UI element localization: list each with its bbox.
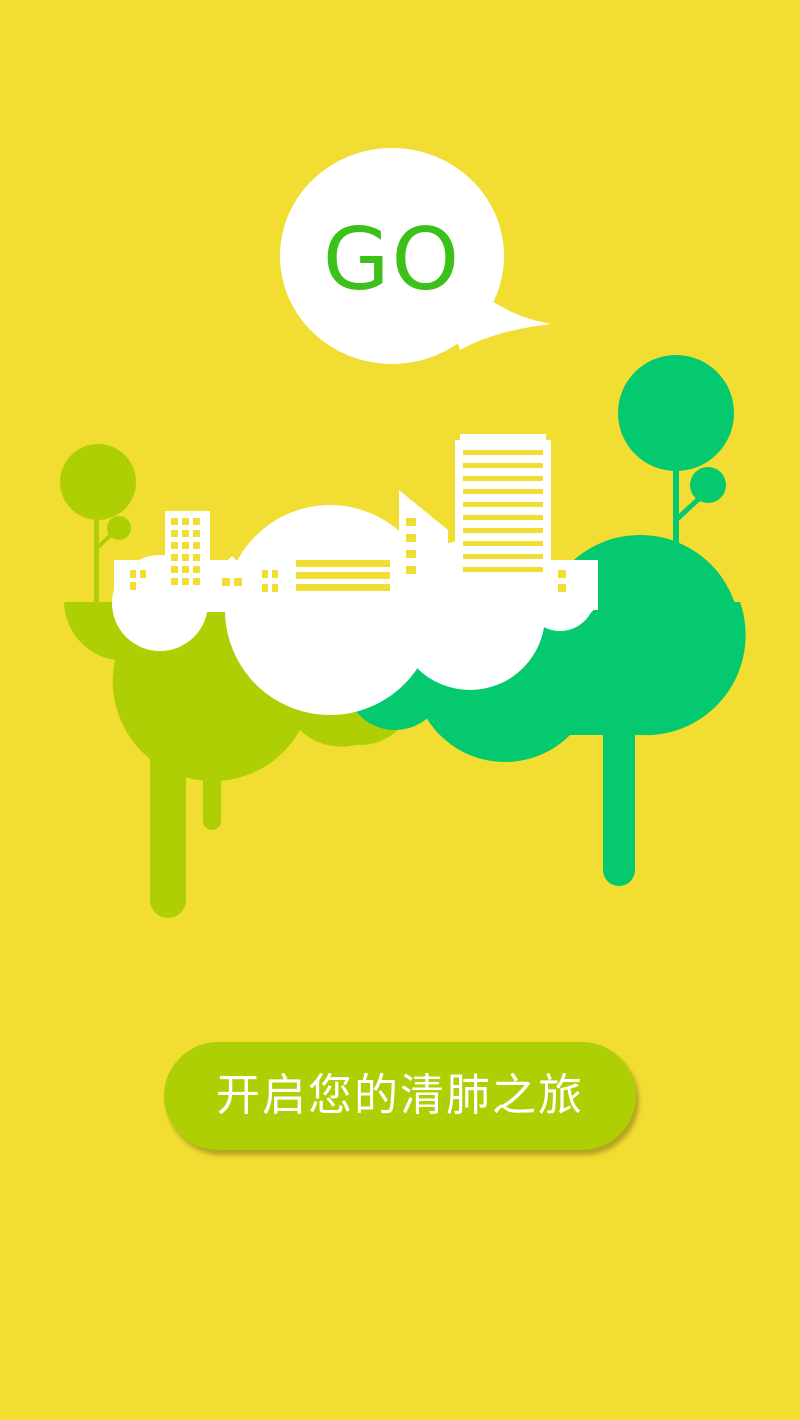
splash-screen: GO 开启您的清肺之旅 <box>0 0 800 1420</box>
start-journey-label: 开启您的清肺之旅 <box>216 1070 584 1121</box>
start-journey-button[interactable]: 开启您的清肺之旅 <box>164 1042 636 1150</box>
go-text: GO <box>322 210 462 310</box>
floating-island-city-icon <box>60 148 746 918</box>
